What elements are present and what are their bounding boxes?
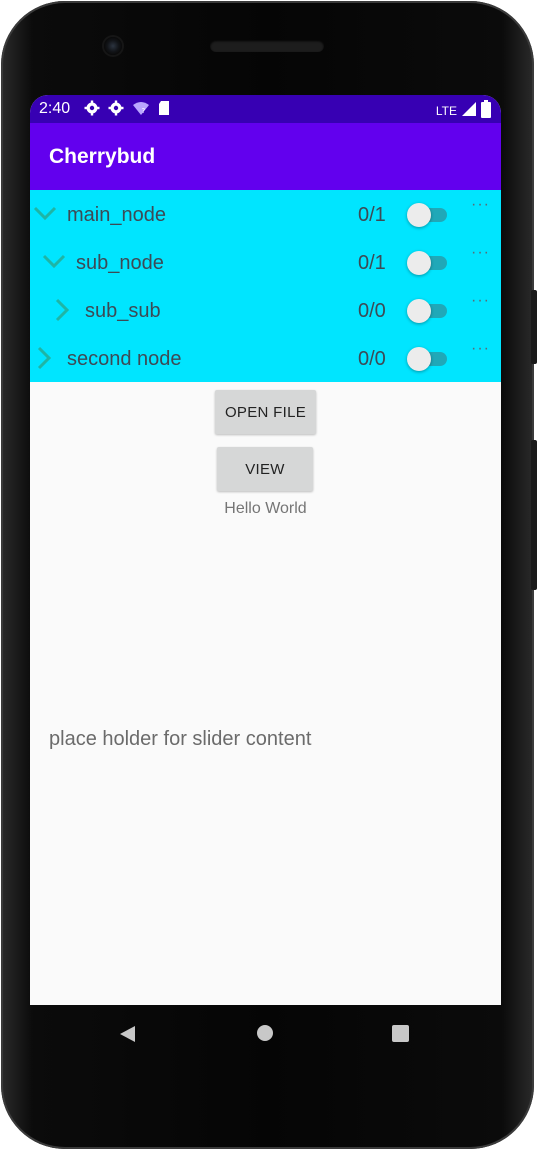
node-toggle[interactable] bbox=[407, 299, 447, 323]
network-type: LTE bbox=[435, 103, 457, 118]
more-options-icon[interactable]: ··· bbox=[471, 340, 490, 358]
node-count: 0/1 bbox=[358, 204, 386, 226]
chevron-down-icon[interactable] bbox=[41, 250, 67, 274]
phone-frame: 2:40 ? LTE Cherrybud main_node 0/1 ··· s… bbox=[0, 0, 537, 1151]
tree-row-main-node[interactable]: main_node 0/1 ··· bbox=[30, 190, 501, 238]
hello-text: Hello World bbox=[224, 500, 307, 517]
front-camera bbox=[104, 37, 122, 55]
app-bar: Cherrybud bbox=[30, 123, 501, 190]
more-options-icon[interactable]: ··· bbox=[471, 244, 490, 262]
more-options-icon[interactable]: ··· bbox=[471, 196, 490, 214]
tree-row-sub-sub[interactable]: sub_sub 0/0 ··· bbox=[30, 286, 501, 334]
node-toggle[interactable] bbox=[407, 251, 447, 275]
node-count: 0/0 bbox=[358, 348, 386, 370]
open-file-button[interactable]: OPEN FILE bbox=[215, 390, 316, 434]
screen: 2:40 ? LTE Cherrybud main_node 0/1 ··· s… bbox=[30, 95, 501, 1005]
tree-row-second-node[interactable]: second node 0/0 ··· bbox=[30, 334, 501, 382]
chevron-right-icon[interactable] bbox=[50, 298, 76, 322]
chevron-down-icon[interactable] bbox=[32, 202, 58, 226]
back-icon[interactable] bbox=[119, 1025, 137, 1048]
view-button[interactable]: VIEW bbox=[217, 447, 313, 491]
slider-placeholder-text: place holder for slider content bbox=[49, 728, 312, 750]
svg-text:?: ? bbox=[142, 107, 146, 115]
status-bar: 2:40 ? LTE bbox=[30, 95, 501, 123]
node-label: sub_sub bbox=[85, 300, 161, 322]
gear-icon bbox=[84, 100, 100, 121]
power-button bbox=[531, 440, 537, 590]
node-toggle[interactable] bbox=[407, 203, 447, 227]
chevron-right-icon[interactable] bbox=[32, 346, 58, 370]
volume-button bbox=[531, 290, 537, 364]
node-tree: main_node 0/1 ··· sub_node 0/1 ··· sub_s… bbox=[30, 190, 501, 382]
wifi-icon: ? bbox=[132, 100, 150, 121]
gear-icon bbox=[108, 100, 124, 121]
battery-icon bbox=[481, 100, 491, 121]
signal-icon bbox=[461, 101, 477, 120]
app-title: Cherrybud bbox=[49, 145, 156, 168]
node-label: second node bbox=[67, 348, 182, 370]
recent-apps-icon[interactable] bbox=[392, 1025, 409, 1042]
node-label: main_node bbox=[67, 204, 166, 226]
earpiece-speaker bbox=[210, 40, 324, 52]
more-options-icon[interactable]: ··· bbox=[471, 292, 490, 310]
node-label: sub_node bbox=[76, 252, 164, 274]
node-toggle[interactable] bbox=[407, 347, 447, 371]
sd-card-icon bbox=[158, 100, 170, 121]
node-count: 0/0 bbox=[358, 300, 386, 322]
navigation-bar bbox=[30, 1005, 501, 1061]
node-count: 0/1 bbox=[358, 252, 386, 274]
status-time: 2:40 bbox=[39, 100, 71, 117]
tree-row-sub-node[interactable]: sub_node 0/1 ··· bbox=[30, 238, 501, 286]
home-icon[interactable] bbox=[257, 1025, 273, 1041]
